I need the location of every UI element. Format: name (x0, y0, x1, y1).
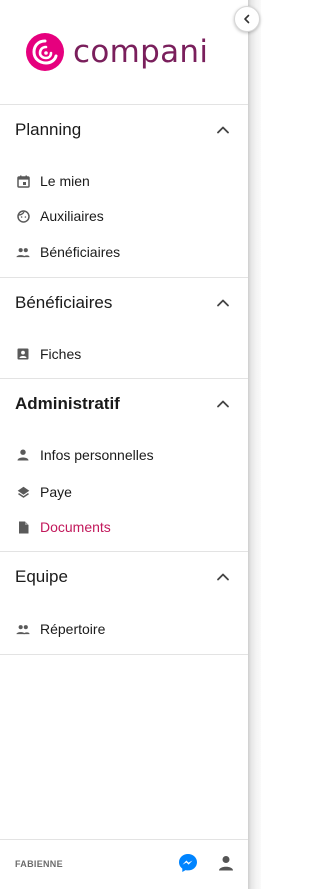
chevron-up-icon[interactable] (216, 296, 230, 310)
drawer-footer: FABIENNE (0, 839, 248, 889)
nav-item-repertoire[interactable]: Répertoire (16, 617, 105, 641)
nav-item-label: Documents (40, 519, 111, 535)
nav-item-label: Bénéficiaires (40, 244, 121, 260)
section-header-planning[interactable]: Planning (0, 105, 248, 155)
nav-item-beneficiaires[interactable]: Bénéficiaires (16, 240, 120, 264)
nav-item-paye[interactable]: Paye (16, 480, 72, 504)
nav-item-auxiliaires[interactable]: Auxiliaires (16, 204, 104, 228)
section-beneficiaires: Bénéficiaires Fiches (0, 277, 248, 379)
nav-item-fiches[interactable]: Fiches (16, 342, 81, 366)
layers-icon (16, 485, 30, 499)
section-title: Administratif (15, 394, 120, 413)
brand-logo[interactable]: compani (25, 32, 208, 72)
app-shell: compani Planning Le mien Auxiliaires Bén… (0, 0, 261, 889)
nav-item-label: Fiches (40, 346, 82, 362)
side-drawer: compani Planning Le mien Auxiliaires Bén… (0, 0, 248, 889)
nav-item-label: Le mien (40, 173, 90, 189)
nav-item-infos-personnelles[interactable]: Infos personnelles (16, 443, 154, 467)
person-icon (16, 448, 30, 462)
nav-item-label: Infos personnelles (40, 447, 154, 463)
section-header-equipe[interactable]: Equipe (0, 552, 248, 602)
messenger-icon[interactable] (178, 853, 198, 873)
people-icon (16, 245, 30, 259)
compani-logo-icon (26, 33, 64, 71)
section-equipe: Equipe Répertoire (0, 551, 248, 655)
account-icon[interactable] (218, 855, 234, 871)
drawer-edge-shadow (248, 0, 261, 889)
chevron-up-icon[interactable] (216, 570, 230, 584)
nav-item-label: Auxiliaires (40, 208, 104, 224)
nav-item-documents[interactable]: Documents (16, 515, 111, 539)
collapse-drawer-button[interactable] (234, 6, 260, 32)
people-icon (16, 622, 30, 636)
nav-item-label: Paye (40, 484, 72, 500)
calendar-icon (16, 174, 30, 188)
section-title: Equipe (15, 567, 68, 586)
section-header-beneficiaires[interactable]: Bénéficiaires (0, 278, 248, 328)
brand-name: compani (73, 34, 209, 70)
section-planning: Planning Le mien Auxiliaires Bénéficiair… (0, 104, 248, 278)
section-header-administratif[interactable]: Administratif (0, 379, 248, 429)
user-name: FABIENNE (15, 859, 63, 869)
section-title: Planning (15, 120, 82, 139)
section-title: Bénéficiaires (15, 293, 113, 312)
chevron-up-icon[interactable] (216, 397, 230, 411)
nav-item-label: Répertoire (40, 621, 106, 637)
chevron-left-icon (244, 14, 250, 24)
section-administratif: Administratif Infos personnelles Paye Do… (0, 378, 248, 552)
face-icon (16, 209, 30, 223)
contact-card-icon (16, 347, 30, 361)
nav-item-le-mien[interactable]: Le mien (16, 169, 90, 193)
document-icon (16, 520, 30, 534)
chevron-up-icon[interactable] (216, 123, 230, 137)
